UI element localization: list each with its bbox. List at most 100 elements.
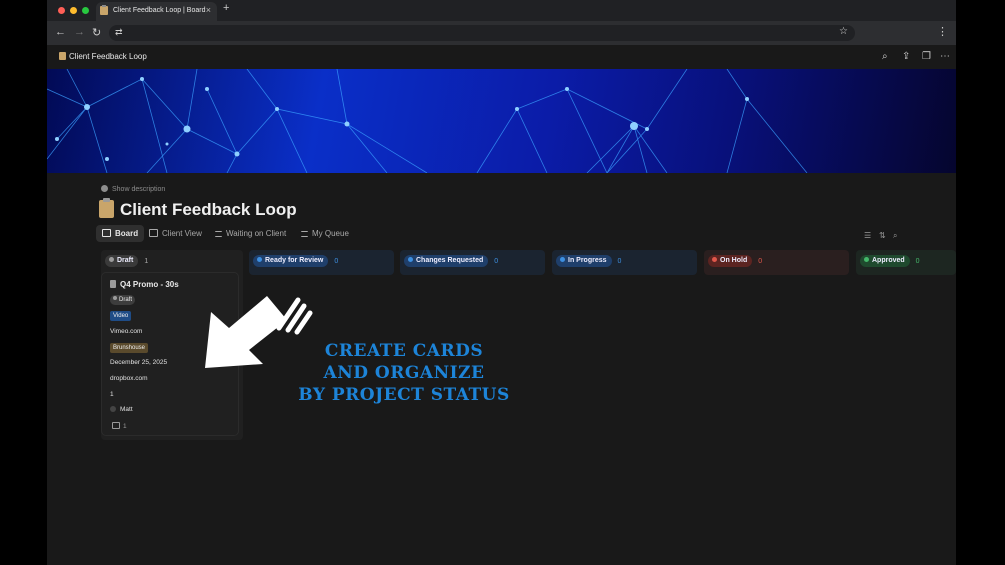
column-count: 0	[758, 257, 763, 265]
tab-waiting-on-client[interactable]: Waiting on Client	[209, 225, 292, 242]
site-settings-icon[interactable]: ⇄	[115, 27, 123, 38]
list-icon	[215, 231, 222, 237]
browser-window: Client Feedback Loop | Board × + ← → ↻ ⇄…	[47, 0, 956, 565]
tab-board[interactable]: Board	[96, 225, 145, 242]
promo-caption: CREATE CARDS AND ORGANIZE BY PROJECT STA…	[274, 340, 534, 406]
show-description-label: Show description	[112, 186, 166, 193]
column-label: Approved	[872, 257, 905, 264]
column-count: 1	[144, 257, 149, 265]
comment-count: 1	[123, 423, 127, 430]
tab-close-icon[interactable]: ×	[206, 5, 211, 15]
show-description-button[interactable]: Show description	[101, 185, 165, 193]
clipboard-icon	[59, 52, 66, 60]
assignee-name: Matt	[120, 406, 133, 413]
tab-bar: Client Feedback Loop | Board × +	[47, 0, 956, 21]
avatar	[110, 406, 116, 412]
column-label: Ready for Review	[265, 257, 324, 264]
list-icon	[301, 231, 308, 237]
status-pill: Approved	[860, 255, 910, 267]
tab-label: Waiting on Client	[226, 229, 287, 238]
caption-line-1: CREATE CARDS	[324, 341, 484, 361]
status-pill: In Progress	[556, 255, 612, 267]
status-dot	[864, 257, 869, 262]
comment-icon	[112, 422, 120, 429]
column-label: In Progress	[568, 257, 607, 264]
column-changes-requested[interactable]: Changes Requested 0	[400, 250, 545, 275]
clipboard-icon[interactable]	[99, 198, 114, 218]
page-icon	[110, 280, 116, 288]
new-tab-button[interactable]: +	[223, 2, 229, 14]
reload-button[interactable]: ↻	[92, 26, 101, 39]
board-icon	[149, 229, 158, 237]
caption-line-2: AND ORGANIZE	[323, 363, 485, 383]
column-label: On Hold	[720, 257, 748, 264]
bookmark-star-icon[interactable]: ☆	[839, 26, 848, 37]
close-window-button[interactable]	[58, 7, 65, 14]
address-bar: ← → ↻ ⇄ ☆ ⋮	[47, 21, 956, 45]
column-label: Changes Requested	[416, 257, 484, 264]
card-comments[interactable]: 1	[112, 422, 127, 430]
tab-label: My Queue	[312, 229, 349, 238]
notion-topbar: Client Feedback Loop ⌕ ⇪ ❐ ⋯	[47, 45, 956, 69]
status-dot	[408, 257, 413, 262]
sort-icon[interactable]: ⇅	[879, 231, 886, 240]
column-label: Draft	[117, 257, 134, 264]
card-link[interactable]: dropbox.com	[110, 375, 148, 382]
status-pill: Draft	[105, 255, 139, 267]
column-on-hold[interactable]: On Hold 0	[704, 250, 849, 275]
back-button[interactable]: ←	[55, 26, 66, 38]
card-type-tag: Video	[110, 311, 132, 321]
status-dot	[712, 257, 717, 262]
status-pill: On Hold	[708, 255, 753, 267]
card-date: December 25, 2025	[110, 359, 168, 366]
maximize-window-button[interactable]	[82, 7, 89, 14]
search-icon[interactable]: ⌕	[882, 51, 888, 62]
status-pill: Ready for Review	[253, 255, 329, 267]
breadcrumb-page-name: Client Feedback Loop	[69, 52, 147, 61]
more-icon[interactable]: ⋯	[940, 51, 950, 62]
caption-line-3: BY PROJECT STATUS	[298, 385, 510, 405]
column-approved[interactable]: Approved 0	[856, 250, 956, 275]
card-number: 1	[110, 391, 114, 398]
card-status-label: Draft	[119, 297, 133, 303]
cover-image	[47, 69, 956, 173]
info-icon	[101, 185, 108, 192]
share-icon[interactable]: ⇪	[902, 51, 910, 62]
card-status-tag: Draft	[110, 295, 136, 305]
minimize-window-button[interactable]	[70, 7, 77, 14]
card-client-tag: Brunshouse	[110, 343, 149, 353]
tab-label: Client View	[162, 229, 202, 238]
status-dot	[560, 257, 565, 262]
board-icon	[102, 229, 111, 237]
column-in-progress[interactable]: In Progress 0	[552, 250, 697, 275]
tab-client-view[interactable]: Client View	[143, 225, 208, 242]
card-assignee: Matt	[110, 406, 133, 413]
status-dot	[257, 257, 262, 262]
breadcrumb[interactable]: Client Feedback Loop	[59, 52, 147, 61]
card-title-text: Q4 Promo - 30s	[120, 280, 179, 289]
status-pill: Changes Requested	[404, 255, 489, 267]
card-platform: Vimeo.com	[110, 328, 143, 335]
network-cover-graphic	[47, 69, 808, 173]
column-ready-for-review[interactable]: Ready for Review 0	[249, 250, 394, 275]
browser-menu-icon[interactable]: ⋮	[937, 25, 948, 38]
duplicate-icon[interactable]: ❐	[922, 51, 931, 62]
filter-icon[interactable]: ☰	[864, 231, 871, 240]
page-title-text: Client Feedback Loop	[120, 200, 297, 219]
search-icon[interactable]: ⌕	[893, 231, 897, 241]
page-title[interactable]: Client Feedback Loop	[99, 198, 297, 220]
column-count: 0	[617, 257, 622, 265]
card-title[interactable]: Q4 Promo - 30s	[110, 280, 179, 289]
status-dot	[109, 257, 114, 262]
browser-tab[interactable]: Client Feedback Loop | Board ×	[96, 2, 217, 21]
forward-button[interactable]: →	[74, 26, 85, 38]
column-count: 0	[915, 257, 920, 265]
tab-my-queue[interactable]: My Queue	[295, 225, 355, 242]
url-input[interactable]: ⇄	[109, 25, 855, 41]
column-count: 0	[334, 257, 339, 265]
tab-label: Board	[115, 229, 139, 238]
clipboard-icon	[100, 5, 108, 15]
status-dot	[113, 296, 117, 300]
tab-title: Client Feedback Loop | Board	[113, 7, 206, 14]
column-count: 0	[494, 257, 499, 265]
